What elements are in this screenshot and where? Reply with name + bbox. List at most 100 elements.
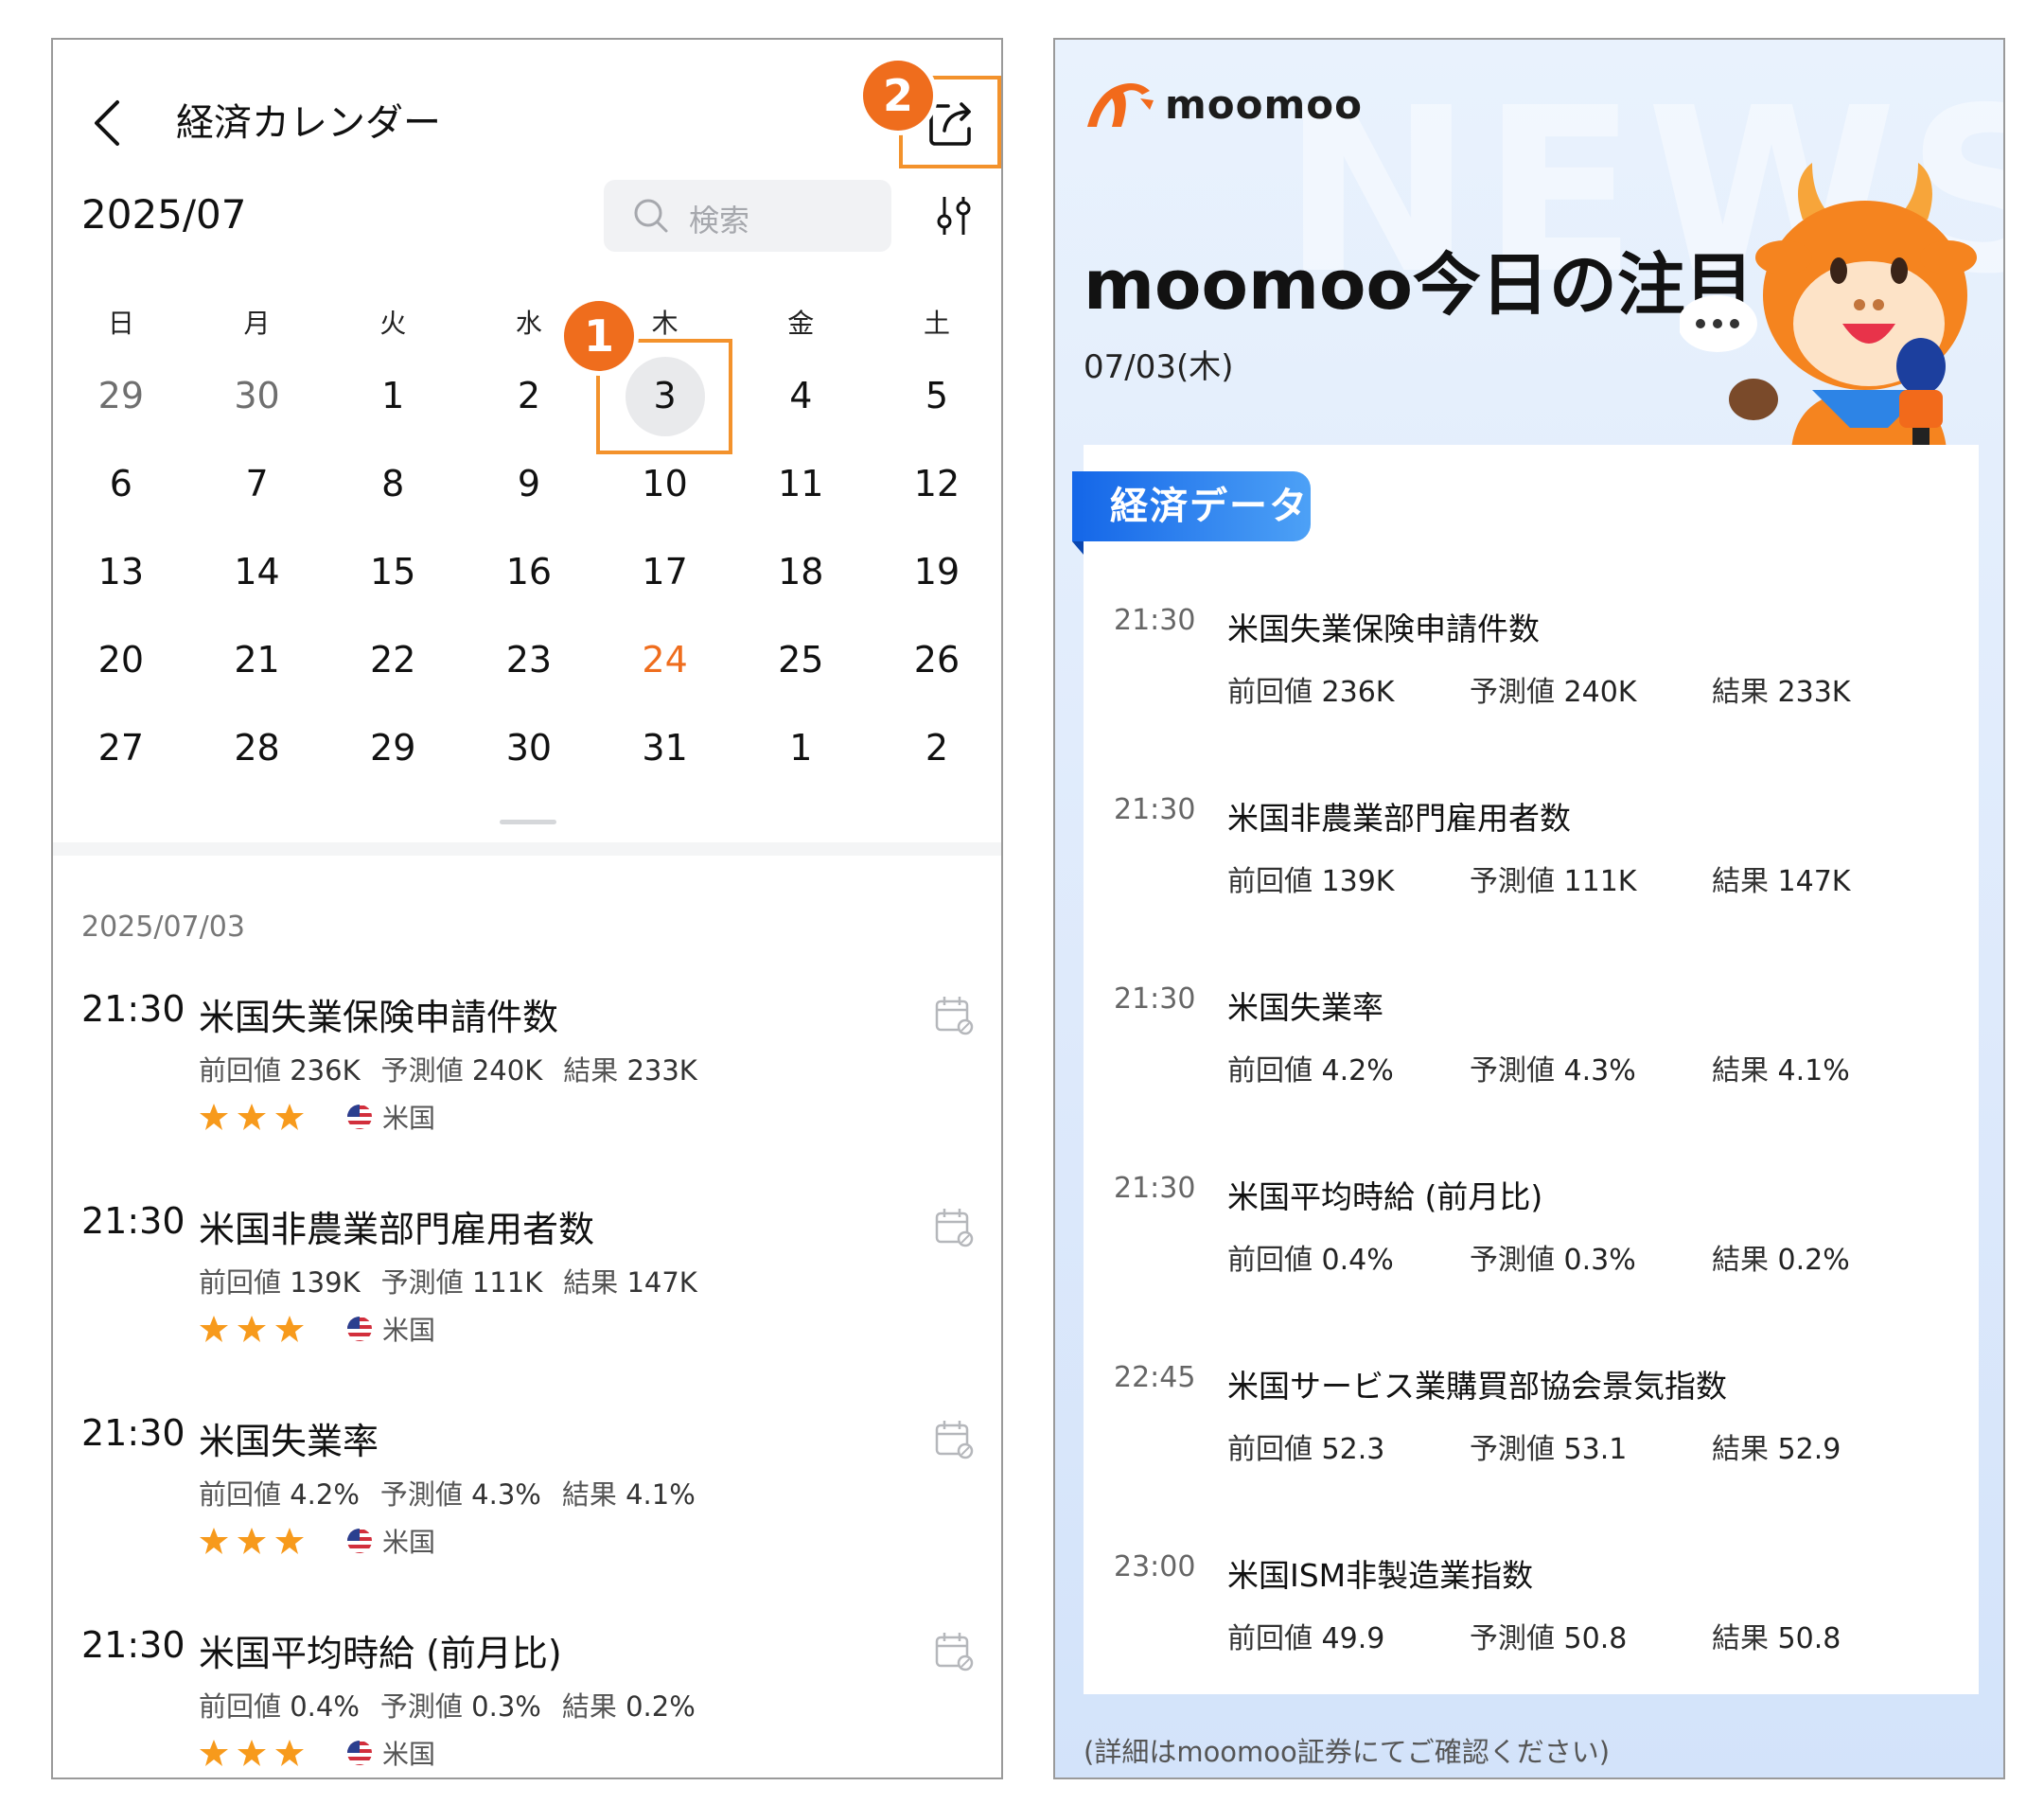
calendar-day[interactable]: 1 (732, 704, 869, 792)
calendar-day[interactable]: 30 (461, 704, 597, 792)
calendar-day[interactable]: 21 (189, 616, 326, 704)
card-event-time: 22:45 (1114, 1361, 1196, 1394)
calendar-reminder-icon[interactable] (933, 1418, 975, 1459)
calendar-day[interactable]: 2 (869, 704, 1001, 792)
calendar-day[interactable]: 31 (597, 704, 733, 792)
card-forecast-value: 予測値 4.3% (1470, 1054, 1636, 1088)
card-event-time: 21:30 (1114, 793, 1196, 826)
calendar-day[interactable]: 5 (869, 352, 1001, 440)
step-badge-1: 1 (564, 301, 634, 371)
card-date: 07/03(木) (1084, 348, 1234, 386)
card-title: moomoo今日の注目 (1084, 245, 1753, 325)
event-item[interactable]: 21:30 米国平均時給 (前月比) 前回値 0.4% 予測値 0.3% 結果 0.… (53, 1624, 1001, 1777)
calendar-day[interactable]: 14 (189, 528, 326, 616)
card-forecast-value: 予測値 111K (1470, 865, 1637, 898)
star-icon (275, 1528, 304, 1554)
calendar-day[interactable]: 9 (461, 440, 597, 528)
card-event-item: 21:30 米国非農業部門雇用者数 前回値 139K 予測値 111K 結果 1… (1084, 793, 1979, 982)
calendar-day[interactable]: 11 (732, 440, 869, 528)
calendar-day[interactable]: 12 (869, 440, 1001, 528)
weekday-label: 金 (787, 308, 815, 339)
card-forecast-value: 予測値 50.8 (1470, 1622, 1628, 1655)
calendar-reminder-icon[interactable] (933, 1206, 975, 1247)
step-badge-2: 2 (863, 61, 933, 131)
weekday-header: 日 月 火 水 木 金 土 (53, 295, 1001, 352)
card-result-value: 結果 50.8 (1712, 1622, 1841, 1655)
back-chevron-icon[interactable] (78, 93, 138, 153)
calendar-reminder-icon[interactable] (933, 1630, 975, 1671)
calendar-day[interactable]: 7 (189, 440, 326, 528)
calendar-day[interactable]: 16 (461, 528, 597, 616)
moomoo-logo: moomoo (1084, 78, 1363, 131)
card-event-name: 米国失業保険申請件数 (1227, 610, 1540, 647)
event-country: 米国 (382, 1739, 436, 1770)
star-icon (275, 1740, 304, 1766)
event-meta: 米国 (199, 1098, 435, 1136)
event-name: 米国失業率 (199, 1421, 379, 1462)
star-icon (200, 1104, 228, 1130)
card-event-item: 21:30 米国平均時給 (前月比) 前回値 0.4% 予測値 0.3% 結果 … (1084, 1172, 1979, 1361)
calendar-day[interactable]: 22 (325, 616, 461, 704)
calendar-day-holiday[interactable]: 24 (597, 616, 733, 704)
star-icon (238, 1740, 266, 1766)
share-card-preview: NEWS moomoo moomoo今日の注目 07/03(木) 経済データ 2… (1053, 38, 2005, 1779)
event-values: 前回値 236K 予測値 240K 結果 233K (199, 1054, 697, 1087)
star-icon (275, 1104, 304, 1130)
card-event-time: 21:30 (1114, 982, 1196, 1016)
calendar-day[interactable]: 27 (53, 704, 189, 792)
event-time: 21:30 (81, 1200, 185, 1242)
card-prev-value: 前回値 52.3 (1227, 1433, 1385, 1466)
card-prev-value: 前回値 0.4% (1227, 1244, 1394, 1277)
calendar-day[interactable]: 26 (869, 616, 1001, 704)
calendar-collapse-handle[interactable] (500, 820, 556, 824)
calendar-day[interactable]: 29 (53, 352, 189, 440)
card-prev-value: 前回値 49.9 (1227, 1622, 1385, 1655)
calendar-day[interactable]: 20 (53, 616, 189, 704)
card-forecast-value: 予測値 53.1 (1470, 1433, 1628, 1466)
weekday-label: 土 (923, 308, 950, 339)
event-meta: 米国 (199, 1522, 435, 1560)
card-event-item: 21:30 米国失業率 前回値 4.2% 予測値 4.3% 結果 4.1% (1084, 982, 1979, 1172)
calendar-reminder-icon[interactable] (933, 994, 975, 1035)
star-icon (238, 1316, 266, 1342)
event-name: 米国非農業部門雇用者数 (199, 1209, 595, 1250)
calendar-day[interactable]: 23 (461, 616, 597, 704)
calendar-day[interactable]: 15 (325, 528, 461, 616)
event-item[interactable]: 21:30 米国失業保険申請件数 前回値 236K 予測値 240K 結果 233K… (53, 988, 1001, 1196)
star-icon (275, 1316, 304, 1342)
calendar-week: 6 7 8 9 10 11 12 (53, 440, 1001, 528)
search-input[interactable]: 検索 (604, 180, 891, 252)
card-event-time: 23:00 (1114, 1550, 1196, 1583)
calendar-grid: 日 月 火 水 木 金 土 29 30 1 2 3 4 5 6 7 8 9 10… (53, 295, 1001, 792)
calendar-day[interactable]: 28 (189, 704, 326, 792)
calendar-day[interactable]: 29 (325, 704, 461, 792)
weekday-label: 月 (243, 308, 271, 339)
calendar-day[interactable]: 6 (53, 440, 189, 528)
card-event-item: 21:30 米国失業保険申請件数 前回値 236K 予測値 240K 結果 23… (1084, 604, 1979, 793)
filter-sliders-icon[interactable] (931, 193, 977, 239)
calendar-day[interactable]: 19 (869, 528, 1001, 616)
calendar-day[interactable]: 1 (325, 352, 461, 440)
event-values: 前回値 4.2% 予測値 4.3% 結果 4.1% (199, 1478, 696, 1511)
card-event-item: 23:00 米国ISM非製造業指数 前回値 49.9 予測値 50.8 結果 5… (1084, 1550, 1979, 1740)
calendar-day[interactable]: 18 (732, 528, 869, 616)
calendar-day[interactable]: 30 (189, 352, 326, 440)
card-result-value: 結果 147K (1712, 865, 1851, 898)
event-item[interactable]: 21:30 米国失業率 前回値 4.2% 予測値 4.3% 結果 4.1% 米国 (53, 1412, 1001, 1620)
calendar-day[interactable]: 13 (53, 528, 189, 616)
event-time: 21:30 (81, 1412, 185, 1454)
us-flag-icon (347, 1105, 372, 1129)
calendar-day[interactable]: 2 (461, 352, 597, 440)
calendar-day[interactable]: 8 (325, 440, 461, 528)
event-item[interactable]: 21:30 米国非農業部門雇用者数 前回値 139K 予測値 111K 結果 147… (53, 1200, 1001, 1408)
calendar-day[interactable]: 17 (597, 528, 733, 616)
card-prev-value: 前回値 139K (1227, 865, 1395, 898)
star-icon (238, 1528, 266, 1554)
card-event-name: 米国非農業部門雇用者数 (1227, 800, 1571, 837)
share-icon (929, 102, 971, 146)
star-icon (238, 1104, 266, 1130)
weekday-label: 火 (379, 308, 407, 339)
calendar-day[interactable]: 25 (732, 616, 869, 704)
card-event-name: 米国平均時給 (前月比) (1227, 1178, 1543, 1215)
calendar-day[interactable]: 4 (732, 352, 869, 440)
